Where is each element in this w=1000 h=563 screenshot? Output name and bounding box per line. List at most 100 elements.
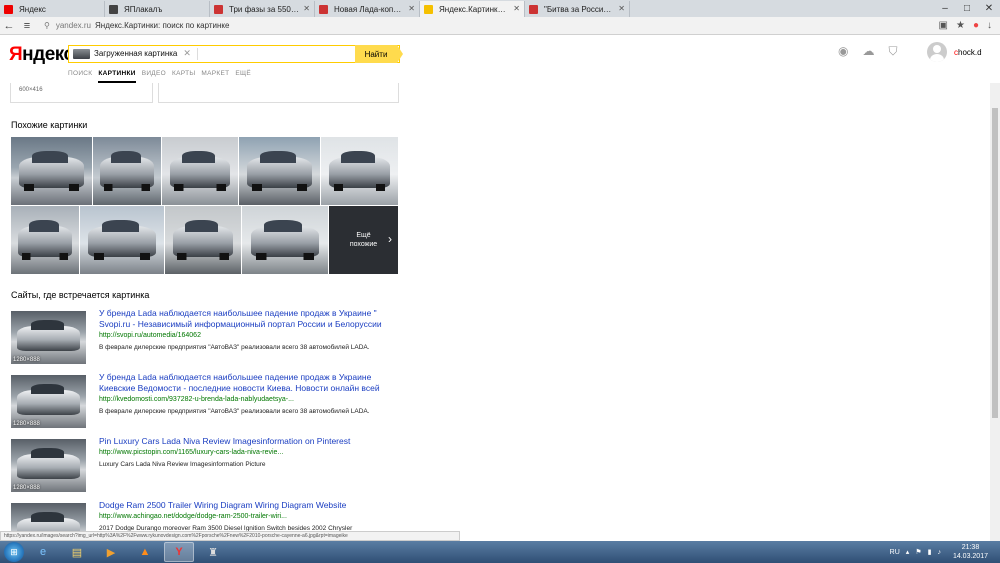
result-title-link[interactable]: Dodge Ram 2500 Trailer Wiring Diagram Wi…	[99, 500, 394, 511]
close-tab-icon[interactable]: ✕	[513, 4, 520, 13]
service-maps[interactable]: Карты	[172, 70, 195, 83]
close-tab-icon[interactable]: ✕	[303, 4, 310, 13]
site-favicon-icon	[319, 4, 328, 14]
tab-yandex[interactable]: Яндекс	[0, 1, 105, 17]
tab-three-phases[interactable]: Три фазы за 550р и ни с ✕	[210, 1, 315, 17]
sites-title: Сайты, где встречается картинка	[11, 290, 150, 300]
result-title-link[interactable]: Pin Luxury Cars Lada Niva Review Imagesi…	[99, 436, 394, 447]
similar-image[interactable]	[11, 206, 79, 274]
vlc-icon[interactable]: ▲	[130, 542, 160, 562]
maximize-icon[interactable]: □	[956, 3, 978, 14]
tab-label: Яндекс.Картинки: поиск	[439, 4, 509, 14]
shield-icon[interactable]: ⛉	[888, 44, 897, 59]
close-tab-icon[interactable]: ✕	[408, 4, 415, 13]
extension-icon[interactable]: ●	[973, 20, 979, 31]
similar-image[interactable]	[11, 137, 92, 205]
page-title: Яндекс.Картинки: поиск по картинке	[95, 21, 230, 30]
start-button[interactable]: ⊞	[4, 542, 24, 562]
result-title-link[interactable]: У бренда Lada наблюдается наибольшее пад…	[99, 372, 394, 394]
yandex-logo[interactable]: Яндекс	[9, 44, 74, 66]
menu-icon[interactable]: ≡	[18, 20, 36, 32]
original-image-box[interactable]: 600×416	[10, 83, 153, 103]
similar-image[interactable]	[93, 137, 161, 205]
flag-icon[interactable]: ⚑	[915, 548, 921, 556]
clock[interactable]: 21:38 14.03.2017	[953, 543, 988, 561]
windows-logo-icon: ⊞	[10, 546, 18, 557]
divider	[196, 48, 198, 60]
tab-yaplakal[interactable]: ЯПлакалъ	[105, 1, 210, 17]
similar-image[interactable]	[165, 206, 241, 274]
result-item: 1280×888 Pin Luxury Cars Lada Niva Revie…	[11, 436, 394, 495]
main-content: 600×416 Похожие картинки Ещё похожие › С…	[0, 83, 988, 542]
cloud-icon[interactable]: ☁	[862, 44, 874, 59]
ie-icon[interactable]: e	[28, 542, 58, 562]
yandex-browser-icon[interactable]: Y	[164, 542, 194, 562]
find-button[interactable]: Найти	[355, 45, 403, 63]
result-url-link[interactable]: http://svopi.ru/automedia/164062	[99, 332, 201, 339]
bookmark-panel-icon[interactable]: ▣	[939, 20, 948, 31]
search-input[interactable]: Загруженная картинка	[94, 46, 177, 62]
user-menu[interactable]: chock.d	[927, 42, 982, 62]
site-favicon-icon	[214, 4, 223, 14]
similar-images-title: Похожие картинки	[11, 120, 88, 130]
tray-arrow-icon[interactable]: ▴	[906, 548, 910, 556]
username[interactable]: chock.d	[954, 48, 982, 57]
camera-icon[interactable]: ◉	[838, 44, 848, 59]
tab-battle-russia[interactable]: "Битва за Россию" Америк ✕	[525, 1, 630, 17]
service-market[interactable]: Маркет	[201, 70, 229, 83]
yandex-header: Яндекс Загруженная картинка ✕ Найти Поис…	[0, 36, 1000, 83]
tab-label: Три фазы за 550р и ни с	[229, 4, 299, 14]
close-window-icon[interactable]: ✕	[978, 3, 1000, 14]
search-box[interactable]: Загруженная картинка ✕	[68, 45, 400, 63]
image-size-label: 600×416	[19, 87, 43, 93]
service-more[interactable]: Ещё	[235, 70, 251, 83]
back-arrow-icon[interactable]: ←	[0, 20, 18, 32]
close-tab-icon[interactable]: ✕	[618, 4, 625, 13]
similar-images-grid: Ещё похожие ›	[11, 137, 398, 274]
game-icon[interactable]: ♜	[198, 542, 228, 562]
sizes-box	[158, 83, 399, 103]
more-similar-button[interactable]: Ещё похожие ›	[329, 206, 398, 274]
minimize-icon[interactable]: –	[934, 3, 956, 14]
similar-image[interactable]	[239, 137, 320, 205]
site-favicon-icon	[109, 4, 118, 14]
tab-lada-news[interactable]: Новая Лада-копейка осв ✕	[315, 1, 420, 17]
language-indicator[interactable]: RU	[890, 549, 900, 556]
similar-image[interactable]	[162, 137, 238, 205]
volume-icon[interactable]: ♪	[937, 549, 941, 556]
url-field[interactable]: ⚲ yandex.ru Яндекс.Картинки: поиск по ка…	[44, 21, 229, 30]
result-thumbnail[interactable]: 1280×888	[11, 375, 86, 428]
result-snippet: Luxury Cars Lada Niva Review Imagesinfor…	[99, 461, 266, 468]
clear-icon[interactable]: ✕	[183, 46, 191, 62]
network-icon[interactable]: ▮	[928, 548, 932, 556]
status-url: https://yandex.ru/images/search?img_url=…	[0, 531, 460, 541]
lock-icon: ⚲	[44, 21, 50, 30]
result-dimensions: 1280×888	[13, 421, 40, 427]
similar-image[interactable]	[242, 206, 328, 274]
folder-icon[interactable]: ▤	[62, 542, 92, 562]
service-images[interactable]: Картинки	[98, 70, 136, 83]
result-url-link[interactable]: http://www.picstopin.com/1165/luxury-car…	[99, 449, 283, 456]
tab-label: Новая Лада-копейка осв	[334, 4, 404, 14]
similar-image[interactable]	[321, 137, 398, 205]
tab-yandex-images[interactable]: Яндекс.Картинки: поиск ✕	[420, 1, 525, 17]
result-thumbnail[interactable]: 1280×888	[11, 311, 86, 364]
result-item: 1280×888 У бренда Lada наблюдается наибо…	[11, 372, 394, 431]
similar-image[interactable]	[80, 206, 164, 274]
result-title-link[interactable]: У бренда Lada наблюдается наибольшее пад…	[99, 308, 394, 330]
clock-time: 21:38	[961, 544, 980, 551]
star-icon[interactable]: ★	[956, 20, 965, 31]
page-scrollbar[interactable]	[990, 83, 1000, 542]
result-url-link[interactable]: http://kvedomosti.com/937282-u-brenda-la…	[99, 396, 294, 403]
service-video[interactable]: Видео	[142, 70, 166, 83]
service-search[interactable]: Поиск	[68, 70, 92, 83]
avatar[interactable]	[927, 42, 947, 62]
scrollbar-thumb[interactable]	[992, 108, 998, 418]
result-url-link[interactable]: http://www.achingao.net/dodge/dodge-ram-…	[99, 513, 287, 520]
services-nav: Поиск Картинки Видео Карты Маркет Ещё	[68, 70, 251, 83]
media-player-icon[interactable]: ▶	[96, 542, 126, 562]
result-thumbnail[interactable]: 1280×888	[11, 439, 86, 492]
result-dimensions: 1280×888	[13, 485, 40, 491]
result-snippet: В феврале дилерские предприятия "АвтоВАЗ…	[99, 344, 370, 351]
download-icon[interactable]: ↓	[987, 20, 992, 31]
